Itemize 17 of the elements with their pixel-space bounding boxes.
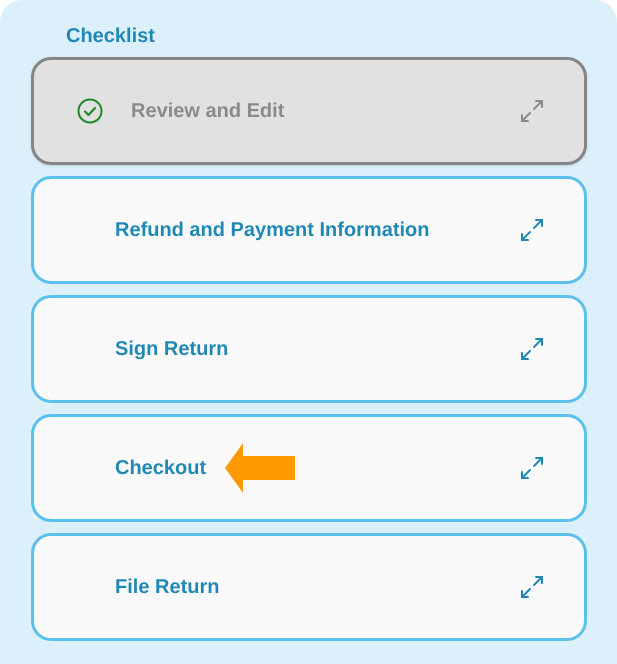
- item-label: Sign Return: [115, 337, 228, 362]
- item-label: Checkout: [115, 456, 206, 481]
- checklist-item[interactable]: File Return: [31, 533, 587, 641]
- expand-icon[interactable]: [520, 575, 544, 599]
- checklist-item[interactable]: Checkout: [31, 414, 587, 522]
- item-label: File Return: [115, 575, 220, 600]
- expand-icon[interactable]: [520, 218, 544, 242]
- expand-icon[interactable]: [520, 456, 544, 480]
- checklist-item[interactable]: Sign Return: [31, 295, 587, 403]
- expand-icon[interactable]: [520, 99, 544, 123]
- panel-title: Checklist: [66, 24, 155, 48]
- item-label: Review and Edit: [131, 99, 284, 124]
- checklist-item[interactable]: Refund and Payment Information: [31, 176, 587, 284]
- check-circle-icon: [77, 98, 103, 124]
- checklist-item[interactable]: Review and Edit: [31, 57, 587, 165]
- item-label: Refund and Payment Information: [115, 218, 430, 243]
- expand-icon[interactable]: [520, 337, 544, 361]
